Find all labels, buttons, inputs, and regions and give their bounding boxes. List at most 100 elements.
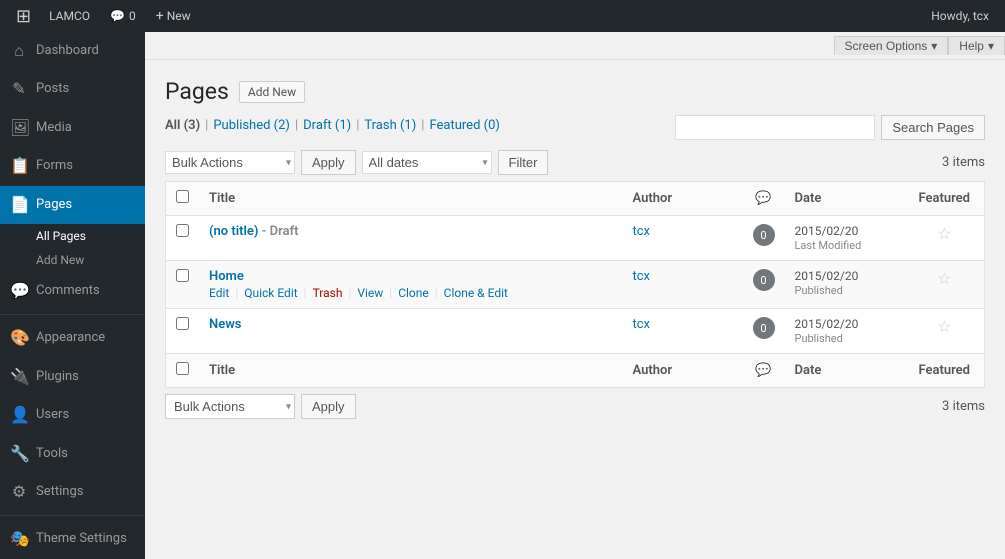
filter-featured[interactable]: Featured (0) xyxy=(429,118,499,133)
author-column-header[interactable]: Author xyxy=(623,182,743,216)
bulk-actions-top-select[interactable]: Bulk Actions Edit Move to Trash xyxy=(165,151,295,174)
sidebar-item-label: Forms xyxy=(36,157,73,175)
page-title-link[interactable]: News xyxy=(209,317,241,332)
featured-cell: ☆ xyxy=(905,309,985,354)
sidebar-item-pages[interactable]: 📄 Pages xyxy=(0,186,145,224)
title-column-footer: Title xyxy=(199,354,623,388)
sidebar-item-posts[interactable]: ✎ Posts xyxy=(0,70,145,108)
title-column-header[interactable]: Title xyxy=(199,182,623,216)
apply-top-button[interactable]: Apply xyxy=(301,150,356,175)
sidebar-item-comments[interactable]: 💬 Comments xyxy=(0,272,145,310)
sidebar-item-label: Dashboard xyxy=(36,42,99,60)
sidebar-item-tools[interactable]: 🔧 Tools xyxy=(0,435,145,473)
featured-cell: ☆ xyxy=(905,216,985,261)
date-status: Published xyxy=(795,284,843,297)
author-link[interactable]: tcx xyxy=(633,317,651,332)
sidebar-item-media[interactable]: 🖼 Media xyxy=(0,109,145,147)
trash-link[interactable]: Trash xyxy=(313,286,343,300)
table-row: Home Edit | Quick Edit | Trash | View | xyxy=(166,261,985,309)
filter-links: All (3) | Published (2) | Draft (1) | Tr… xyxy=(165,118,500,133)
sidebar-item-label: Appearance xyxy=(36,329,105,347)
featured-star[interactable]: ☆ xyxy=(937,224,951,243)
select-all-header[interactable] xyxy=(166,182,200,216)
sidebar-item-forms[interactable]: 📋 Forms xyxy=(0,147,145,185)
date-column-header[interactable]: Date xyxy=(785,182,905,216)
forms-icon: 📋 xyxy=(10,155,28,177)
bulk-actions-bottom-wrap: Bulk Actions Edit Move to Trash ▾ xyxy=(165,394,295,419)
featured-star[interactable]: ☆ xyxy=(937,269,951,288)
add-new-page-button[interactable]: Add New xyxy=(239,81,305,103)
row-checkbox[interactable] xyxy=(176,317,189,330)
row-actions: Edit | Quick Edit | Trash | View | Clone… xyxy=(209,286,613,300)
search-pages-button[interactable]: Search Pages xyxy=(881,115,985,140)
bulk-actions-bottom-select[interactable]: Bulk Actions Edit Move to Trash xyxy=(165,394,295,419)
clone-edit-link[interactable]: Clone & Edit xyxy=(444,286,508,300)
pages-table: Title Author 💬 Date Featured xyxy=(165,181,985,388)
adminbar-howdy: Howdy, tcx xyxy=(931,9,997,23)
sidebar-item-label: Comments xyxy=(36,282,100,300)
select-all-footer[interactable] xyxy=(166,354,200,388)
search-input[interactable] xyxy=(675,115,875,140)
comments-column-header: 💬 xyxy=(743,182,785,216)
sidebar-item-label: Pages xyxy=(36,196,72,214)
clone-link[interactable]: Clone xyxy=(398,286,429,300)
sidebar-item-theme-settings[interactable]: 🎭 Theme Settings xyxy=(0,520,145,558)
date-value: 2015/02/20 xyxy=(795,317,859,331)
page-title-link[interactable]: Home xyxy=(209,269,244,284)
tablenav-top: Bulk Actions Edit Move to Trash ▾ Apply … xyxy=(165,150,985,175)
filter-published[interactable]: Published (2) xyxy=(213,118,290,133)
sidebar-subitem-add-new[interactable]: Add New xyxy=(0,248,145,272)
date-column-footer: Date xyxy=(785,354,905,388)
title-cell: News xyxy=(199,309,623,354)
row-checkbox-cell[interactable] xyxy=(166,216,200,261)
sidebar-item-users[interactable]: 👤 Users xyxy=(0,396,145,434)
sidebar-item-label: Plugins xyxy=(36,368,79,386)
page-title-link[interactable]: (no title) - Draft xyxy=(209,224,299,239)
sidebar-item-settings[interactable]: ⚙ Settings xyxy=(0,473,145,511)
edit-link[interactable]: Edit xyxy=(209,286,229,300)
adminbar-new[interactable]: + New xyxy=(146,0,201,32)
adminbar-comments[interactable]: 💬 0 xyxy=(100,0,146,32)
sidebar-item-dashboard[interactable]: ⌂ Dashboard xyxy=(0,32,145,70)
quick-edit-link[interactable]: Quick Edit xyxy=(244,286,297,300)
screen-options-label: Screen Options xyxy=(845,39,928,53)
filter-draft[interactable]: Draft (1) xyxy=(303,118,351,133)
adminbar-site[interactable]: LAMCO xyxy=(39,0,100,32)
row-checkbox[interactable] xyxy=(176,224,189,237)
help-label: Help xyxy=(959,39,984,53)
row-checkbox-cell[interactable] xyxy=(166,309,200,354)
select-all-footer-checkbox[interactable] xyxy=(176,362,189,375)
help-button[interactable]: Help ▾ xyxy=(948,36,1005,55)
select-all-checkbox[interactable] xyxy=(176,190,189,203)
sidebar-item-label: Users xyxy=(36,406,69,424)
screen-options-button[interactable]: Screen Options ▾ xyxy=(834,36,949,55)
sidebar-item-label: Theme Settings xyxy=(36,530,127,548)
bulk-actions-top-wrap: Bulk Actions Edit Move to Trash ▾ xyxy=(165,151,295,174)
dates-filter-select[interactable]: All dates 2015/02 xyxy=(362,151,492,174)
comment-count: 0 xyxy=(129,9,136,23)
filter-button[interactable]: Filter xyxy=(498,150,549,175)
sidebar-subitem-all-pages[interactable]: All Pages xyxy=(0,224,145,248)
row-checkbox[interactable] xyxy=(176,269,189,282)
view-link[interactable]: View xyxy=(357,286,383,300)
dates-filter-wrap: All dates 2015/02 ▾ xyxy=(362,151,492,174)
tablenav-bottom: Bulk Actions Edit Move to Trash ▾ Apply … xyxy=(165,394,985,419)
featured-star[interactable]: ☆ xyxy=(937,317,951,336)
sidebar-item-label: Media xyxy=(36,119,72,137)
admin-bar: ⊞ LAMCO 💬 0 + New Howdy, tcx xyxy=(0,0,1005,32)
filter-trash[interactable]: Trash (1) xyxy=(364,118,416,133)
filter-all[interactable]: All (3) xyxy=(165,118,200,133)
wp-logo-icon[interactable]: ⊞ xyxy=(8,6,39,27)
apply-bottom-button[interactable]: Apply xyxy=(301,394,356,419)
posts-icon: ✎ xyxy=(10,78,28,100)
row-checkbox-cell[interactable] xyxy=(166,261,200,309)
sidebar-item-plugins[interactable]: 🔌 Plugins xyxy=(0,358,145,396)
date-cell: 2015/02/20 Last Modified xyxy=(785,216,905,261)
date-status: Last Modified xyxy=(795,239,862,252)
author-link[interactable]: tcx xyxy=(633,269,651,284)
sidebar-item-appearance[interactable]: 🎨 Appearance xyxy=(0,319,145,357)
author-link[interactable]: tcx xyxy=(633,224,651,239)
featured-column-header[interactable]: Featured xyxy=(905,182,985,216)
comment-count-badge: 0 xyxy=(753,269,775,291)
all-pages-label: All Pages xyxy=(36,229,86,243)
